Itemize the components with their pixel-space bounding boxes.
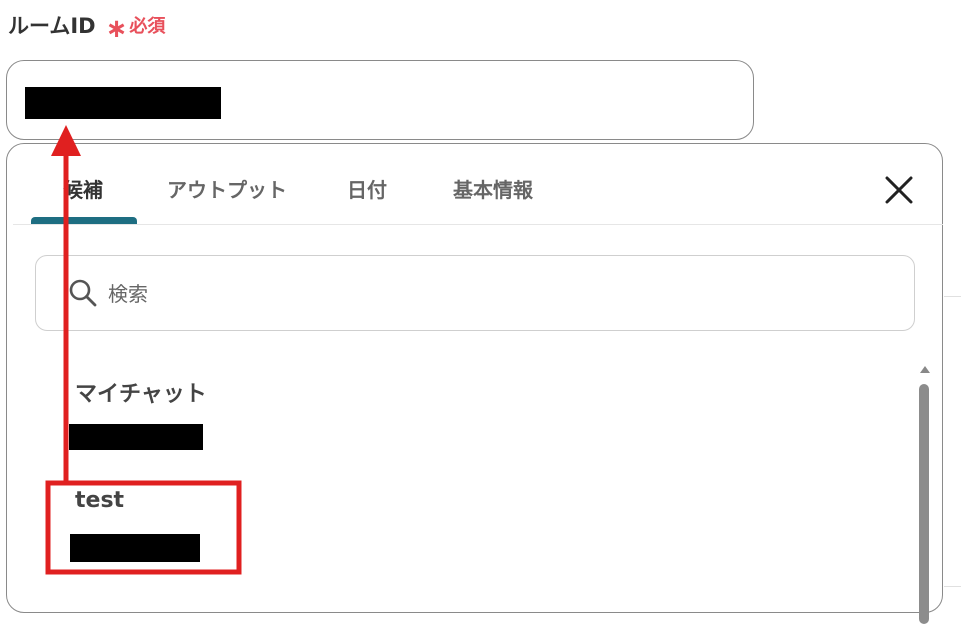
- field-label-text: ルームID: [8, 14, 96, 38]
- suggestion-popup: 候補 アウトプット 日付 基本情報 マイチャット test: [6, 143, 943, 624]
- list-item[interactable]: test: [67, 488, 367, 578]
- scrollbar[interactable]: [917, 362, 931, 624]
- tab-divider: [13, 224, 943, 225]
- redacted-value: [70, 534, 200, 562]
- chevron-up-icon[interactable]: [920, 366, 930, 373]
- search-box: [35, 255, 915, 331]
- scrollbar-thumb[interactable]: [919, 384, 929, 624]
- tab-basic-info[interactable]: 基本情報: [453, 174, 533, 203]
- search-icon: [69, 279, 97, 307]
- room-id-input[interactable]: [6, 60, 754, 140]
- required-badge: 必須: [129, 16, 166, 37]
- active-tab-indicator: [31, 217, 137, 224]
- redacted-value: [25, 87, 221, 119]
- list-item-name: マイチャット: [75, 382, 207, 407]
- tab-output[interactable]: アウトプット: [167, 174, 287, 203]
- list-item[interactable]: マイチャット: [67, 376, 367, 466]
- search-input[interactable]: [106, 274, 870, 314]
- list-item-name: test: [75, 488, 125, 513]
- redacted-value: [69, 424, 203, 450]
- required-star-icon: ∗: [105, 14, 128, 44]
- field-label: ルームID ∗ 必須: [8, 10, 166, 44]
- tab-candidates[interactable]: 候補: [63, 174, 103, 203]
- background-divider: [944, 296, 961, 297]
- background-divider: [944, 586, 961, 587]
- tab-date[interactable]: 日付: [347, 174, 387, 203]
- close-icon[interactable]: [883, 174, 915, 206]
